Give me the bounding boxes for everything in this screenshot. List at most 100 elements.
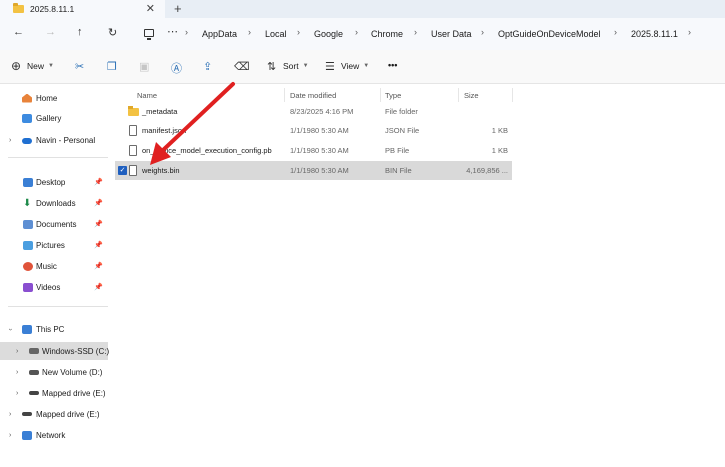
sidebar-item-windows-ssd[interactable]: › Windows-SSD (C:): [0, 342, 109, 360]
file-row[interactable]: manifest.json 1/1/1980 5:30 AM JSON File…: [115, 121, 512, 140]
up-button[interactable]: ↑: [77, 26, 83, 38]
file-size: 1 KB: [491, 126, 508, 135]
chevron-right-icon[interactable]: ›: [688, 27, 691, 37]
file-type: BIN File: [385, 166, 412, 175]
column-header-size[interactable]: Size: [464, 91, 479, 100]
new-tab-button[interactable]: +: [174, 1, 182, 16]
divider: [8, 157, 108, 158]
chevron-right-icon: ›: [248, 27, 251, 37]
checkbox-checked-icon[interactable]: ✓: [118, 166, 127, 175]
network-drive-icon: [29, 391, 39, 395]
chevron-right-icon[interactable]: ›: [9, 411, 11, 418]
sidebar-item-mapped-drive[interactable]: › Mapped drive (E:): [0, 405, 108, 423]
sidebar-item-label: Pictures: [36, 240, 65, 250]
sidebar-item-mapped-drive-child[interactable]: › Mapped drive (E:): [0, 384, 108, 402]
file-row-selected[interactable]: ✓ weights.bin 1/1/1980 5:30 AM BIN File …: [115, 161, 512, 180]
sort-icon: ⇅: [267, 61, 277, 73]
chevron-down-icon: ▼: [363, 63, 370, 69]
refresh-button[interactable]: ↻: [108, 26, 117, 39]
column-header-type[interactable]: Type: [385, 91, 401, 100]
sidebar-item-documents[interactable]: Documents 📌: [0, 215, 108, 233]
computer-icon[interactable]: [144, 29, 154, 40]
breadcrumb-current[interactable]: 2025.8.11.1: [631, 18, 678, 50]
sidebar-item-label: This PC: [36, 324, 65, 334]
column-divider[interactable]: [284, 88, 285, 102]
file-row[interactable]: on_device_model_execution_config.pb 1/1/…: [115, 141, 512, 160]
sidebar-item-pictures[interactable]: Pictures 📌: [0, 236, 108, 254]
sidebar-item-label: Desktop: [36, 177, 66, 187]
chevron-right-icon[interactable]: ›: [16, 390, 18, 397]
back-button[interactable]: ←: [13, 26, 24, 38]
chevron-right-icon: ›: [355, 27, 358, 37]
file-type: JSON File: [385, 126, 420, 135]
view-button[interactable]: View ▼: [341, 61, 369, 71]
tab-close-icon[interactable]: ✕: [146, 2, 155, 15]
sidebar-item-videos[interactable]: Videos 📌: [0, 278, 108, 296]
sidebar-item-desktop[interactable]: Desktop 📌: [0, 173, 108, 191]
column-divider[interactable]: [380, 88, 381, 102]
column-header-date[interactable]: Date modified: [290, 91, 336, 100]
chevron-right-icon[interactable]: ›: [16, 369, 18, 376]
column-divider[interactable]: [512, 88, 513, 102]
copy-icon[interactable]: ❐: [107, 60, 117, 73]
paste-icon[interactable]: ▣: [139, 60, 149, 73]
folder-icon: [13, 3, 24, 13]
tab-active[interactable]: 2025.8.11.1 ✕: [0, 0, 165, 18]
network-icon: [22, 430, 32, 440]
file-type: File folder: [385, 107, 418, 116]
sidebar-item-network[interactable]: › Network: [0, 426, 108, 444]
sort-button[interactable]: Sort ▼: [283, 61, 309, 71]
more-options-button[interactable]: •••: [388, 60, 397, 70]
file-name: on_device_model_execution_config.pb: [142, 146, 272, 155]
cut-icon[interactable]: ✂: [75, 60, 84, 73]
column-divider[interactable]: [458, 88, 459, 102]
sidebar-item-gallery[interactable]: Gallery: [0, 109, 108, 127]
sidebar-item-label: Videos: [36, 282, 61, 292]
more-locations-button[interactable]: ⋯: [167, 25, 178, 38]
share-icon[interactable]: ⇪: [203, 60, 212, 73]
sidebar-item-home[interactable]: Home: [0, 89, 108, 107]
chevron-right-icon: ›: [297, 27, 300, 37]
file-size: 4,169,856 ...: [466, 166, 508, 175]
forward-button[interactable]: →: [45, 26, 56, 38]
breadcrumb-appdata[interactable]: AppData: [202, 18, 237, 50]
cloud-icon: [22, 138, 32, 144]
chevron-down-icon: ▼: [302, 63, 309, 69]
file-row[interactable]: _metadata 8/23/2025 4:16 PM File folder: [115, 102, 512, 121]
chevron-down-icon[interactable]: ›: [7, 328, 14, 330]
sidebar-item-label: Mapped drive (E:): [36, 409, 100, 419]
music-icon: [23, 261, 33, 271]
breadcrumb-optguide[interactable]: OptGuideOnDeviceModel: [498, 18, 601, 50]
breadcrumb-local[interactable]: Local: [265, 18, 287, 50]
folder-icon: [128, 106, 139, 116]
file-icon: [129, 145, 137, 156]
address-bar: ← → ↑ ↻ ⋯ › AppData › Local › Google › C…: [0, 18, 725, 50]
breadcrumb-user-data[interactable]: User Data: [431, 18, 472, 50]
navigation-pane: Home Gallery › Navin - Personal Desktop …: [0, 84, 109, 467]
breadcrumb-google[interactable]: Google: [314, 18, 343, 50]
delete-icon[interactable]: ⌫: [234, 60, 250, 73]
new-button[interactable]: New ▼: [27, 61, 54, 71]
chevron-right-icon: ›: [414, 27, 417, 37]
sidebar-item-onedrive[interactable]: › Navin - Personal: [0, 131, 108, 149]
sidebar-item-music[interactable]: Music 📌: [0, 257, 108, 275]
column-header-name[interactable]: Name: [137, 91, 157, 100]
chevron-right-icon[interactable]: ›: [16, 348, 18, 355]
pin-icon: 📌: [94, 200, 103, 207]
chevron-right-icon[interactable]: ›: [9, 432, 11, 439]
chevron-right-icon: ›: [481, 27, 484, 37]
divider: [8, 306, 108, 307]
file-name: manifest.json: [142, 126, 187, 135]
sidebar-item-label: Gallery: [36, 113, 62, 123]
chevron-right-icon[interactable]: ›: [9, 137, 11, 144]
chevron-down-icon: ▼: [48, 63, 54, 69]
file-icon: [129, 165, 137, 176]
rename-icon[interactable]: Ⓐ: [171, 60, 182, 76]
sidebar-item-this-pc[interactable]: › This PC: [0, 320, 108, 338]
breadcrumb-chrome[interactable]: Chrome: [371, 18, 403, 50]
drive-icon: [29, 370, 39, 375]
sidebar-item-new-volume[interactable]: › New Volume (D:): [0, 363, 108, 381]
pin-icon: 📌: [94, 179, 103, 186]
sidebar-item-label: Downloads: [36, 198, 76, 208]
sidebar-item-downloads[interactable]: ⬇ Downloads 📌: [0, 194, 108, 212]
